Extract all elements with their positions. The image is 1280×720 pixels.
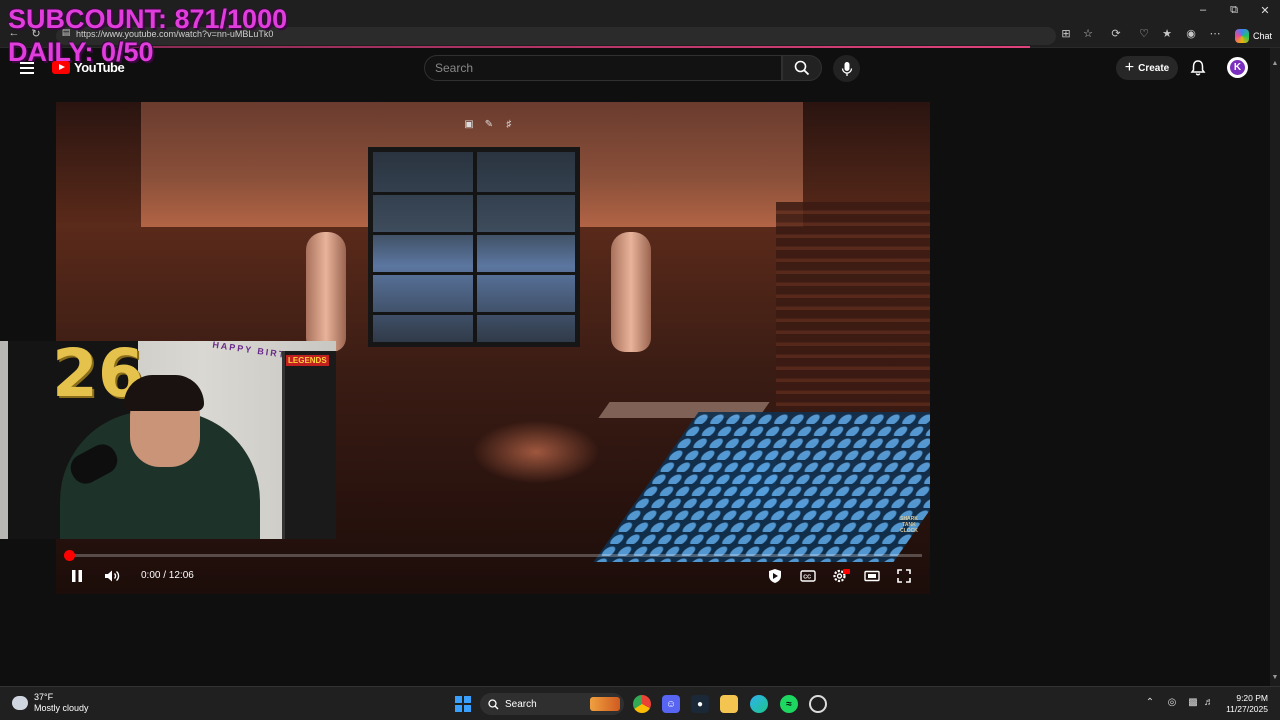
volume-icon: [105, 570, 120, 582]
microphone-icon: [841, 61, 852, 76]
create-button[interactable]: + Create: [1116, 56, 1178, 80]
favorite-star-icon[interactable]: ☆: [1080, 27, 1096, 40]
search-icon: [794, 60, 810, 76]
video-scene-vase-right: [611, 232, 651, 352]
chrome-icon[interactable]: [633, 695, 651, 713]
video-progress-bar[interactable]: [64, 550, 922, 561]
pause-button[interactable]: [68, 566, 86, 586]
fullscreen-icon: [897, 569, 911, 583]
avatar-letter: K: [1230, 60, 1245, 75]
weather-widget[interactable]: 37°F Mostly cloudy: [12, 692, 89, 714]
page-scrollbar[interactable]: ▲ ▼: [1270, 48, 1280, 686]
theater-mode-button[interactable]: [862, 566, 882, 586]
show-hidden-icons-icon[interactable]: ⌃: [1143, 697, 1157, 708]
video-float-controls: ▣ ✎ ♯: [462, 117, 516, 131]
taskbar-search-label: Search: [505, 698, 537, 710]
subcount-overlay: SUBCOUNT: 871/1000: [8, 4, 288, 34]
plus-icon: +: [1124, 59, 1135, 76]
file-explorer-icon[interactable]: [720, 695, 738, 713]
more-menu-icon[interactable]: ⋯: [1207, 27, 1223, 40]
search-input[interactable]: [425, 56, 781, 80]
taskbar-clock[interactable]: 9:20 PM 11/27/2025: [1222, 693, 1268, 715]
translate-icon[interactable]: ♯: [502, 117, 516, 131]
copilot-chat-button[interactable]: Chat: [1234, 27, 1272, 45]
spotify-icon[interactable]: ≈: [780, 695, 798, 713]
fullscreen-button[interactable]: [894, 566, 914, 586]
video-watermark: SHARK TANK CLOCK: [900, 516, 918, 534]
steam-icon[interactable]: ●: [691, 695, 709, 713]
profile-icon[interactable]: ◉: [1183, 27, 1199, 40]
picture-in-picture-icon[interactable]: ▣: [462, 117, 476, 131]
mic-tray-icon[interactable]: ◎: [1165, 697, 1179, 708]
svg-text:CC: CC: [803, 574, 811, 580]
scrubber-knob[interactable]: [64, 550, 75, 561]
clock-date: 11/27/2025: [1226, 704, 1268, 714]
edit-icon[interactable]: ✎: [482, 117, 496, 131]
weather-desc: Mostly cloudy: [34, 703, 89, 713]
copilot-icon: [1234, 29, 1249, 43]
youtube-play-icon: [52, 61, 70, 74]
minimize-icon[interactable]: –: [1193, 4, 1213, 16]
search-button[interactable]: [782, 55, 822, 81]
weather-temp: 37°F: [34, 692, 54, 702]
video-scene-door: [368, 147, 580, 347]
youtube-logo[interactable]: YouTube: [52, 60, 125, 75]
time-display: 0:00 / 12:06: [141, 570, 194, 581]
clock-time: 9:20 PM: [1236, 693, 1268, 703]
arcade-label: LEGENDS: [286, 355, 329, 366]
account-avatar[interactable]: K: [1227, 57, 1248, 78]
create-label: Create: [1138, 62, 1170, 74]
captions-icon: CC: [800, 570, 816, 582]
webcam-overlay: 26 HAPPY BIRTHDAY LEGENDS: [0, 341, 336, 539]
page-load-progress: [130, 46, 1030, 48]
notifications-bell-icon[interactable]: [1189, 59, 1207, 77]
favorites-icon[interactable]: ★: [1159, 27, 1175, 40]
cloud-icon: [12, 696, 28, 710]
search-icon: [488, 698, 499, 709]
settings-button[interactable]: [830, 566, 852, 586]
browser-essentials-icon[interactable]: ♡: [1136, 27, 1152, 40]
close-icon[interactable]: ✕: [1255, 4, 1275, 17]
pause-icon: [72, 570, 82, 582]
taskbar-search[interactable]: Search: [480, 693, 624, 715]
arcade-cabinet: [282, 351, 336, 539]
voice-search-button[interactable]: [833, 55, 860, 82]
discord-icon[interactable]: ☺: [662, 695, 680, 713]
chat-label: Chat: [1252, 31, 1272, 41]
video-scene-pool: [593, 412, 930, 562]
app-available-icon[interactable]: ⊞: [1058, 27, 1074, 40]
captions-button[interactable]: CC: [798, 566, 818, 586]
gear-icon: [833, 569, 850, 583]
extensions-icon[interactable]: ⟳: [1108, 27, 1124, 40]
streamer-hair: [124, 375, 204, 411]
obs-icon[interactable]: [809, 695, 827, 713]
ad-block-button[interactable]: [766, 566, 784, 586]
volume-button[interactable]: [102, 566, 122, 586]
scroll-up-icon[interactable]: ▲: [1270, 60, 1280, 67]
search-box: [424, 55, 782, 81]
restore-icon[interactable]: ⧉: [1224, 4, 1244, 17]
menu-icon[interactable]: [20, 62, 34, 74]
youtube-wordmark: YouTube: [74, 60, 125, 75]
start-button[interactable]: [455, 696, 471, 712]
edge-icon[interactable]: [750, 695, 768, 713]
theater-icon: [864, 570, 880, 582]
network-icon[interactable]: ▩: [1186, 697, 1200, 708]
speaker-icon[interactable]: ♬: [1202, 697, 1216, 708]
shield-icon: [769, 569, 781, 583]
search-highlight-icon: [590, 697, 620, 711]
scroll-down-icon[interactable]: ▼: [1270, 674, 1280, 681]
video-scene-vase-left: [306, 232, 346, 352]
